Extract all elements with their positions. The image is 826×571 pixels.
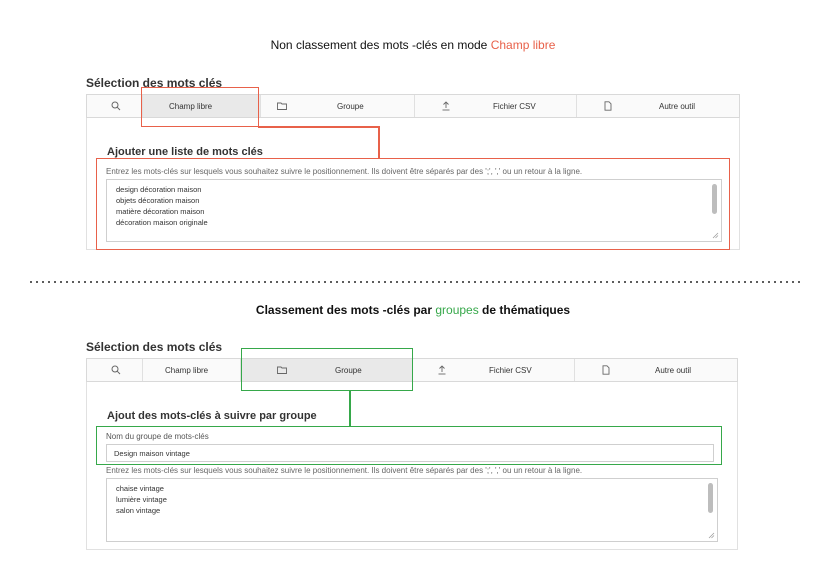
tab-label: Fichier CSV: [489, 366, 532, 375]
highlight-group-name: [96, 426, 722, 465]
keyword-line: salon vintage: [116, 506, 161, 515]
connector-red-vertical: [378, 126, 380, 159]
tab-label: Autre outil: [659, 102, 696, 111]
tab-label: Champ libre: [165, 366, 209, 375]
tab-search[interactable]: [87, 95, 143, 117]
section1-heading-accent: Champ libre: [490, 38, 556, 52]
search-icon: [111, 101, 121, 111]
connector-red-horizontal: [258, 126, 379, 128]
tab-groupe[interactable]: Groupe: [261, 95, 415, 117]
tab-search[interactable]: [87, 359, 143, 381]
connector-green-vertical: [349, 390, 351, 426]
tab-autre-outil[interactable]: Autre outil: [577, 95, 739, 117]
section2-keywords-textarea[interactable]: chaise vintage lumière vintage salon vin…: [106, 478, 718, 542]
tab-fichier-csv[interactable]: Fichier CSV: [413, 359, 575, 381]
section2-help-text: Entrez les mots-clés sur lesquels vous s…: [106, 466, 583, 475]
folder-icon: [277, 102, 287, 110]
section2-panel-title: Ajout des mots-clés à suivre par groupe: [107, 410, 317, 422]
resize-grip-icon[interactable]: [708, 532, 715, 539]
section2-heading-accent: groupes: [435, 303, 479, 317]
tab-label: Groupe: [337, 102, 364, 111]
section1-panel-title: Ajouter une liste de mots clés: [107, 146, 263, 158]
section2-heading-suffix: de thématiques: [478, 303, 571, 317]
tab-fichier-csv[interactable]: Fichier CSV: [415, 95, 577, 117]
section2-heading: Classement des mots -clés par groupes de…: [0, 303, 826, 317]
upload-icon: [442, 101, 450, 111]
upload-icon: [438, 365, 446, 375]
dotted-separator: [28, 281, 804, 283]
document-icon: [604, 101, 612, 111]
section2-heading-text: Classement des mots -clés par: [255, 303, 436, 317]
section2-selection-title: Sélection des mots clés: [86, 340, 223, 354]
document-icon: [602, 365, 610, 375]
highlight-keywords-area: [96, 158, 730, 250]
highlight-champ-libre-tab: [141, 87, 259, 127]
search-icon: [111, 365, 121, 375]
scrollbar-thumb[interactable]: [708, 483, 713, 513]
tab-autre-outil[interactable]: Autre outil: [575, 359, 737, 381]
highlight-groupe-tab: [241, 348, 413, 391]
tab-label: Fichier CSV: [493, 102, 536, 111]
keyword-line: chaise vintage: [116, 484, 164, 493]
section1-heading: Non classement des mots -clés en mode Ch…: [0, 38, 826, 52]
tab-champ-libre[interactable]: Champ libre: [143, 359, 241, 381]
section1-heading-text: Non classement des mots -clés en mode: [270, 38, 491, 52]
tab-label: Autre outil: [655, 366, 692, 375]
keyword-line: lumière vintage: [116, 495, 167, 504]
